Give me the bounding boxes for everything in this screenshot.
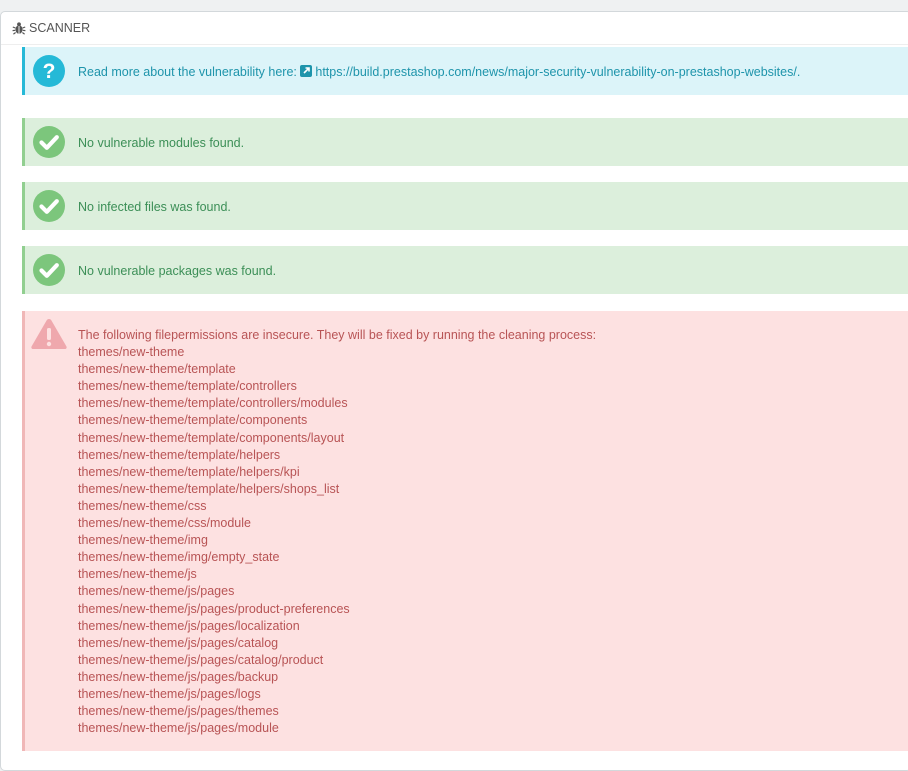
modules-success-alert: No vulnerable modules found.: [22, 118, 908, 166]
path-item: themes/new-theme/template/controllers: [78, 378, 596, 395]
path-item: themes/new-theme/js/pages/localization: [78, 618, 596, 635]
permissions-message: The following filepermissions are insecu…: [78, 327, 596, 737]
external-link-icon: [300, 65, 312, 77]
path-item: themes/new-theme/js/pages/catalog: [78, 635, 596, 652]
vulnerability-link[interactable]: https://build.prestashop.com/news/major-…: [300, 65, 796, 79]
success-alert-text: No vulnerable packages was found.: [78, 263, 276, 279]
bug-icon: [12, 21, 26, 35]
path-item: themes/new-theme/template/helpers: [78, 447, 596, 464]
path-item: themes/new-theme/js/pages/logs: [78, 686, 596, 703]
insecure-permissions-alert: The following filepermissions are insecu…: [22, 311, 908, 751]
packages-success-alert: No vulnerable packages was found.: [22, 246, 908, 294]
vulnerability-link-text: https://build.prestashop.com/news/major-…: [315, 65, 796, 79]
path-item: themes/new-theme/template: [78, 361, 596, 378]
path-item: themes/new-theme/css: [78, 498, 596, 515]
path-item: themes/new-theme/js/pages/product-prefer…: [78, 601, 596, 618]
path-item: themes/new-theme/img/empty_state: [78, 549, 596, 566]
path-item: themes/new-theme/js/pages/module: [78, 720, 596, 737]
info-alert: ? Read more about the vulnerability here…: [22, 47, 908, 95]
svg-text:?: ?: [43, 60, 56, 83]
check-icon: [33, 190, 65, 222]
path-item: themes/new-theme/template/components: [78, 412, 596, 429]
info-alert-message: Read more about the vulnerability here: …: [78, 64, 800, 80]
path-item: themes/new-theme/template/helpers/kpi: [78, 464, 596, 481]
path-item: themes/new-theme/css/module: [78, 515, 596, 532]
path-item: themes/new-theme/js: [78, 566, 596, 583]
path-item: themes/new-theme/js/pages/backup: [78, 669, 596, 686]
check-icon: [33, 254, 65, 286]
path-item: themes/new-theme/template/controllers/mo…: [78, 395, 596, 412]
files-success-alert: No infected files was found.: [22, 182, 908, 230]
path-item: themes/new-theme/template/components/lay…: [78, 430, 596, 447]
path-item: themes/new-theme: [78, 344, 596, 361]
success-alert-text: No vulnerable modules found.: [78, 135, 244, 151]
info-alert-suffix: .: [797, 65, 800, 79]
success-alert-text: No infected files was found.: [78, 199, 231, 215]
path-item: themes/new-theme/js/pages: [78, 583, 596, 600]
path-item: themes/new-theme/js/pages/catalog/produc…: [78, 652, 596, 669]
check-icon: [33, 126, 65, 158]
warning-icon: [30, 317, 68, 351]
panel-heading: SCANNER: [1, 12, 908, 45]
path-item: themes/new-theme/js/pages/themes: [78, 703, 596, 720]
info-alert-text: Read more about the vulnerability here:: [78, 65, 297, 79]
path-item: themes/new-theme/template/helpers/shops_…: [78, 481, 596, 498]
question-icon: ?: [33, 55, 65, 87]
path-item: themes/new-theme/img: [78, 532, 596, 549]
permissions-heading: The following filepermissions are insecu…: [78, 327, 596, 344]
panel-title: SCANNER: [29, 12, 90, 44]
